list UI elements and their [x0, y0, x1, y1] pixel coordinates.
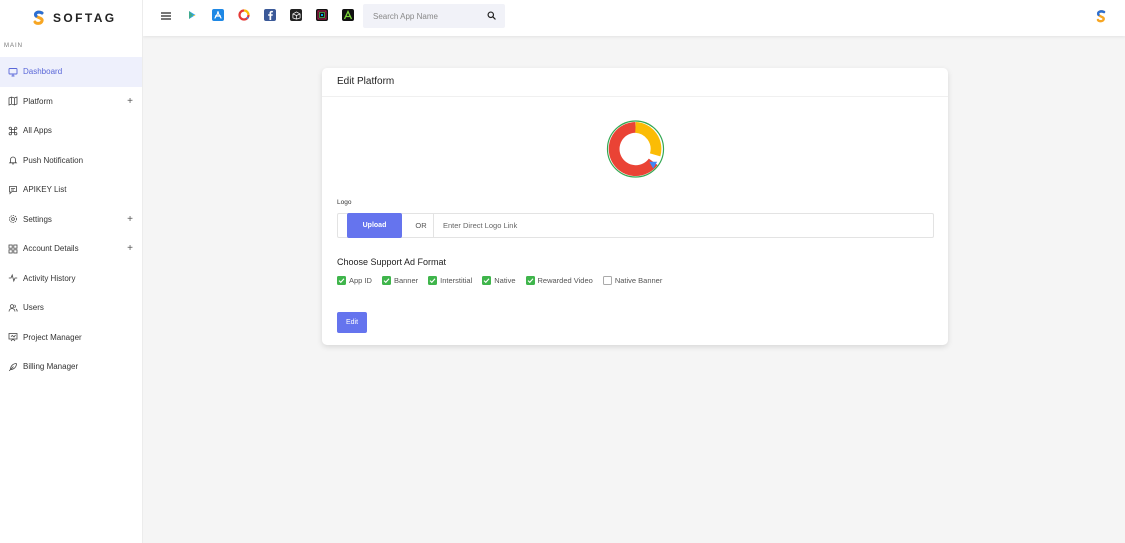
custom-platform-icon[interactable]: [238, 9, 250, 21]
pixel-icon[interactable]: [316, 9, 328, 21]
checkbox-app-id[interactable]: App ID: [337, 276, 372, 285]
logo-upload-group: Upload OR: [337, 212, 934, 238]
expand-plus-icon[interactable]: +: [127, 214, 133, 225]
brand[interactable]: SOFTAG: [0, 0, 142, 36]
sidebar: SOFTAG MAIN Dashboard Platform + All App…: [0, 0, 143, 543]
brand-name: SOFTAG: [53, 11, 117, 25]
brand-logo-icon: [33, 10, 44, 25]
applovin-icon[interactable]: [342, 9, 354, 21]
feather-icon: [7, 361, 18, 372]
ad-format-heading: Choose Support Ad Format: [337, 257, 447, 267]
sidebar-item-push-notification[interactable]: Push Notification: [0, 146, 142, 176]
sidebar-item-label: Account Details: [23, 244, 79, 254]
expand-plus-icon[interactable]: +: [127, 243, 133, 254]
search-box[interactable]: [363, 4, 505, 28]
sidebar-item-label: Settings: [23, 214, 52, 224]
logo-link-input[interactable]: [434, 221, 933, 230]
checkbox-rewarded-video[interactable]: Rewarded Video: [525, 276, 593, 285]
bell-icon: [7, 155, 18, 166]
activity-icon: [7, 273, 18, 284]
sidebar-item-label: Dashboard: [23, 67, 63, 77]
sidebar-item-label: Push Notification: [23, 155, 84, 165]
checkbox-banner[interactable]: Banner: [381, 276, 419, 285]
or-label: OR: [409, 214, 434, 237]
sidebar-item-account-details[interactable]: Account Details +: [0, 234, 142, 264]
edit-button[interactable]: Edit: [337, 312, 367, 333]
search-input[interactable]: [373, 11, 483, 21]
checkbox-checked-icon[interactable]: [428, 276, 438, 285]
sidebar-item-all-apps[interactable]: All Apps: [0, 116, 142, 146]
sidebar-item-label: APIKEY List: [23, 185, 67, 195]
checkbox-checked-icon[interactable]: [525, 276, 535, 285]
platform-logo-icon: [606, 120, 665, 178]
checkbox-label: Interstitial: [440, 276, 473, 285]
checkbox-unchecked-icon[interactable]: [602, 276, 612, 285]
checkbox-native-banner[interactable]: Native Banner: [602, 276, 663, 285]
sidebar-item-project-manager[interactable]: Project Manager: [0, 323, 142, 353]
sidebar-item-platform[interactable]: Platform +: [0, 87, 142, 117]
sidebar-section-label: MAIN: [4, 43, 23, 49]
sidebar-item-activity-history[interactable]: Activity History: [0, 264, 142, 294]
sidebar-item-label: Users: [23, 303, 44, 313]
checkbox-native[interactable]: Native: [482, 276, 516, 285]
ad-format-options: App ID Banner Interstitial Native Reward…: [337, 276, 672, 285]
sidebar-item-label: Platform: [23, 96, 53, 106]
edit-platform-card: Edit Platform Logo Upload OR Choose Supp…: [322, 68, 948, 345]
monitor-icon: [7, 66, 18, 77]
map-icon: [7, 96, 18, 107]
checkbox-label: Rewarded Video: [537, 276, 593, 285]
checkbox-label: Native: [494, 276, 516, 285]
sidebar-item-label: Project Manager: [23, 332, 82, 342]
sidebar-item-billing-manager[interactable]: Billing Manager: [0, 352, 142, 382]
command-icon: [7, 125, 18, 136]
checkbox-checked-icon[interactable]: [337, 276, 346, 285]
facebook-icon[interactable]: [264, 9, 276, 21]
users-icon: [7, 302, 18, 313]
unity-icon[interactable]: [290, 9, 302, 21]
app-store-icon[interactable]: [212, 9, 224, 21]
gear-icon: [7, 214, 18, 225]
checkbox-interstitial[interactable]: Interstitial: [428, 276, 472, 285]
sidebar-item-dashboard[interactable]: Dashboard: [0, 57, 142, 87]
checkbox-label: App ID: [349, 276, 372, 285]
sidebar-item-apikey-list[interactable]: APIKEY List: [0, 175, 142, 205]
message-icon: [7, 184, 18, 195]
checkbox-label: Native Banner: [614, 276, 663, 285]
sidebar-item-label: Activity History: [23, 273, 76, 283]
user-avatar-icon[interactable]: [1094, 9, 1108, 23]
sidebar-item-label: All Apps: [23, 126, 52, 136]
presentation-icon: [7, 332, 18, 343]
sidebar-item-users[interactable]: Users: [0, 293, 142, 323]
upload-button[interactable]: Upload: [347, 212, 402, 238]
hamburger-menu-icon[interactable]: [161, 12, 171, 20]
grid-icon: [7, 243, 18, 254]
logo-label: Logo: [337, 199, 352, 206]
card-title: Edit Platform: [322, 68, 948, 97]
expand-plus-icon[interactable]: +: [127, 96, 133, 107]
checkbox-checked-icon[interactable]: [482, 276, 492, 285]
sidebar-item-settings[interactable]: Settings +: [0, 205, 142, 235]
checkbox-label: Banner: [393, 276, 419, 285]
google-play-icon[interactable]: [186, 9, 198, 21]
sidebar-item-label: Billing Manager: [23, 362, 79, 372]
checkbox-checked-icon[interactable]: [381, 276, 391, 285]
search-icon[interactable]: [487, 11, 496, 20]
